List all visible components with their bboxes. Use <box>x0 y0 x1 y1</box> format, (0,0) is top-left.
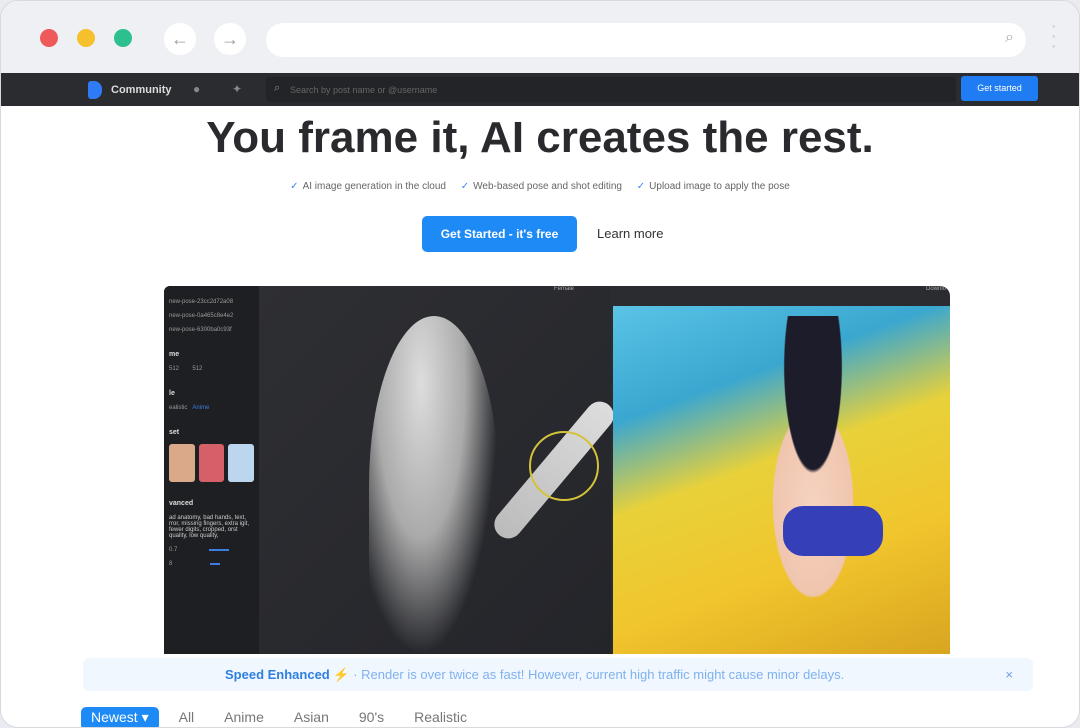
style-option[interactable]: ealistic <box>169 405 187 411</box>
tab-newest[interactable]: Newest ▾ <box>81 707 159 727</box>
generated-image <box>613 306 950 654</box>
forward-icon[interactable]: → <box>214 23 246 55</box>
browser-chrome: ← → ⌕ · · · <box>1 1 1079 76</box>
tab-anime[interactable]: Anime <box>214 707 274 727</box>
minimize-window-button[interactable] <box>77 29 95 47</box>
feature-item: ✓ AI image generation in the cloud <box>290 181 446 192</box>
get-started-button[interactable]: Get Started - it's free <box>422 216 577 252</box>
preset-label: set <box>169 429 180 436</box>
feature-item: ✓ Upload image to apply the pose <box>636 181 790 192</box>
style-label: le <box>169 390 175 397</box>
learn-more-link[interactable]: Learn more <box>597 226 663 241</box>
model-select[interactable]: Female <box>554 286 574 292</box>
download-button[interactable]: Downlo <box>926 286 946 292</box>
brand-link[interactable]: Community <box>111 84 172 96</box>
discord-icon[interactable]: ● <box>193 82 200 96</box>
demo-preview: new-pose-23cc2d72a08 new-pose-0a465c8e4e… <box>164 286 950 654</box>
page-title: You frame it, AI creates the rest. <box>206 113 874 162</box>
negative-prompt[interactable]: ad anatomy, bad hands, text, rror, missi… <box>169 515 254 539</box>
check-icon: ✓ <box>636 181 646 192</box>
generated-figure <box>733 316 893 654</box>
preset-thumbnail[interactable] <box>198 444 225 482</box>
tab-asian[interactable]: Asian <box>284 707 339 727</box>
preset-thumbnail[interactable] <box>169 444 195 482</box>
menu-icon[interactable]: · · · <box>1050 16 1057 56</box>
address-bar[interactable]: ⌕ <box>266 23 1026 57</box>
mannequin-figure <box>369 316 499 654</box>
pose-item[interactable]: new-pose-0a465c8e4e2 <box>169 313 254 319</box>
notice-banner: Speed Enhanced ⚡ · Render is over twice … <box>83 658 1033 691</box>
editor-sidebar: new-pose-23cc2d72a08 new-pose-0a465c8e4e… <box>164 286 259 654</box>
search-input[interactable]: ⌕ Search by post name or @username <box>266 77 956 102</box>
site-navbar: Community ● ✦ ⌕ Search by post name or @u… <box>1 73 1079 106</box>
filter-tabs: Newest ▾ All Anime Asian 90's Realistic <box>81 707 477 727</box>
generated-figure-detail <box>783 506 883 556</box>
preset-thumbnail[interactable] <box>228 444 255 482</box>
notice-title: Speed Enhanced ⚡ <box>225 667 350 682</box>
check-icon: ✓ <box>290 181 299 192</box>
style-option-selected[interactable]: Anime <box>192 405 209 411</box>
feature-item: ✓ Web-based pose and shot editing <box>460 181 622 192</box>
advanced-label: vanced <box>169 500 194 507</box>
slider[interactable] <box>209 549 230 551</box>
pose-canvas[interactable] <box>259 286 620 654</box>
slider-value: 8 <box>169 561 173 567</box>
get-started-nav-button[interactable]: Get started <box>961 76 1038 101</box>
search-icon: ⌕ <box>274 82 281 94</box>
pose-item[interactable]: new-pose-23cc2d72a08 <box>169 299 254 305</box>
notice-message: · Render is over twice as fast! However,… <box>353 667 845 682</box>
rotation-gizmo[interactable] <box>529 431 599 501</box>
search-icon: ⌕ <box>1005 29 1014 46</box>
width-value[interactable]: 512 <box>169 366 179 372</box>
slider-value: 0.7 <box>169 547 178 553</box>
logo-icon[interactable] <box>88 81 102 99</box>
slider[interactable] <box>210 563 221 565</box>
pose-item[interactable]: new-pose-6300ba0c93f <box>169 327 254 333</box>
size-label: me <box>169 351 180 358</box>
close-window-button[interactable] <box>40 29 58 47</box>
tab-90s[interactable]: 90's <box>349 707 394 727</box>
check-icon: ✓ <box>460 181 470 192</box>
twitter-icon[interactable]: ✦ <box>232 82 242 96</box>
search-placeholder: Search by post name or @username <box>290 85 438 95</box>
close-icon[interactable]: × <box>1005 658 1013 691</box>
maximize-window-button[interactable] <box>114 29 132 47</box>
tab-realistic[interactable]: Realistic <box>404 707 477 727</box>
tab-all[interactable]: All <box>169 707 205 727</box>
height-value[interactable]: 512 <box>192 366 202 372</box>
back-icon[interactable]: ← <box>164 23 196 55</box>
browser-window: ← → ⌕ · · · Community ● ✦ ⌕ Search by post … <box>0 0 1080 728</box>
feature-list: ✓ AI image generation in the cloud ✓ Web-b… <box>1 181 1079 192</box>
